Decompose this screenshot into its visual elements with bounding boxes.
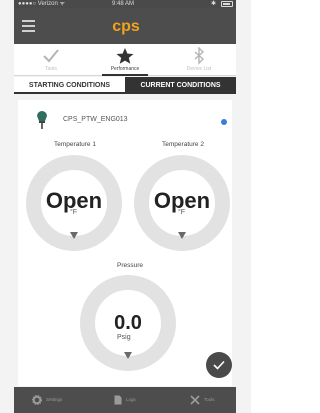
cps-logo: cps bbox=[112, 18, 140, 35]
nav-settings[interactable]: Settings bbox=[32, 387, 72, 413]
connection-status-dot bbox=[221, 119, 227, 125]
segment-underline bbox=[14, 92, 125, 94]
tab-label: Device List bbox=[186, 66, 212, 72]
temperature-1-label: Temperature 1 bbox=[54, 141, 96, 148]
status-time: 9:48 AM bbox=[112, 1, 135, 7]
pressure-label: Pressure bbox=[116, 262, 143, 269]
status-bar: ●●●●○ Verizon ᯤ 9:48 AM ✱ bbox=[14, 0, 236, 8]
chevron-down-icon[interactable] bbox=[70, 232, 78, 239]
temperature-1-unit: °F bbox=[70, 209, 78, 216]
tab-label: Tools bbox=[45, 66, 57, 72]
pressure-value: 0.0 bbox=[114, 312, 142, 334]
menu-icon[interactable] bbox=[22, 20, 35, 32]
tab-performance[interactable]: Performance bbox=[88, 44, 162, 76]
star-icon bbox=[116, 48, 134, 64]
nav-settings-label: Settings bbox=[46, 397, 63, 402]
confirm-fab-button[interactable] bbox=[206, 352, 232, 378]
temperature-2-label: Temperature 2 bbox=[162, 141, 204, 148]
check-icon bbox=[213, 360, 225, 370]
document-icon bbox=[114, 395, 122, 405]
device-name: CPS_PTW_ENG013 bbox=[63, 116, 128, 123]
bluetooth-icon bbox=[194, 47, 205, 65]
app-bar: cps bbox=[14, 8, 236, 44]
tab-label: Performance bbox=[110, 66, 140, 72]
wrench-icon bbox=[190, 395, 200, 405]
nav-tools[interactable]: Tools bbox=[190, 387, 230, 413]
chevron-down-icon[interactable] bbox=[178, 232, 186, 239]
starting-conditions-tab[interactable]: STARTING CONDITIONS bbox=[14, 77, 125, 94]
temperature-2-gauge[interactable]: Open °F bbox=[134, 155, 230, 251]
pressure-gauge[interactable]: 0.0 Psig bbox=[80, 275, 176, 371]
bottom-nav: Settings Logs Tools bbox=[14, 387, 236, 413]
app-screen: ●●●●○ Verizon ᯤ 9:48 AM ✱ cps Tools Perf… bbox=[0, 0, 251, 413]
temperature-2-unit: °F bbox=[178, 209, 186, 216]
tab-bar: Tools Performance Device List bbox=[14, 44, 236, 76]
conditions-segmented-control: STARTING CONDITIONS CURRENT CONDITIONS bbox=[14, 77, 236, 94]
current-conditions-label: CURRENT CONDITIONS bbox=[140, 82, 221, 89]
bluetooth-status-icon: ✱ bbox=[210, 1, 216, 7]
check-icon bbox=[43, 49, 59, 63]
tab-device-list[interactable]: Device List bbox=[162, 44, 236, 76]
tab-tools[interactable]: Tools bbox=[14, 44, 88, 76]
current-conditions-tab[interactable]: CURRENT CONDITIONS bbox=[125, 77, 236, 94]
logo-text: cps bbox=[112, 18, 140, 35]
chevron-down-icon[interactable] bbox=[124, 352, 132, 359]
pressure-unit: Psig bbox=[117, 334, 131, 341]
carrier-signal: ●●●●○ Verizon ᯤ bbox=[18, 1, 65, 7]
temperature-1-gauge[interactable]: Open °F bbox=[26, 155, 122, 251]
probe-device-icon bbox=[37, 111, 47, 129]
nav-logs-label: Logs bbox=[126, 397, 136, 402]
starting-conditions-label: STARTING CONDITIONS bbox=[28, 82, 111, 89]
gear-icon bbox=[32, 395, 42, 405]
active-tab-indicator bbox=[102, 74, 148, 76]
battery-icon bbox=[221, 1, 233, 7]
nav-tools-label: Tools bbox=[204, 397, 215, 402]
nav-logs[interactable]: Logs bbox=[114, 387, 150, 413]
